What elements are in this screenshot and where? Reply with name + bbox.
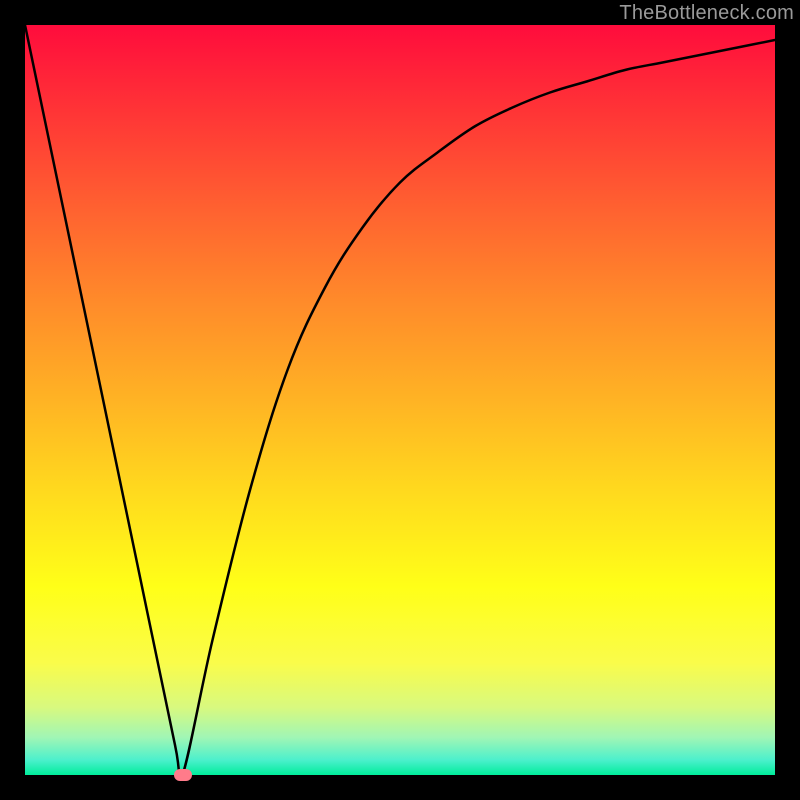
chart-container: TheBottleneck.com: [0, 0, 800, 800]
optimal-point-marker: [174, 769, 192, 781]
watermark-text: TheBottleneck.com: [619, 2, 794, 25]
plot-area: [25, 25, 775, 775]
bottleneck-curve: [25, 25, 775, 775]
